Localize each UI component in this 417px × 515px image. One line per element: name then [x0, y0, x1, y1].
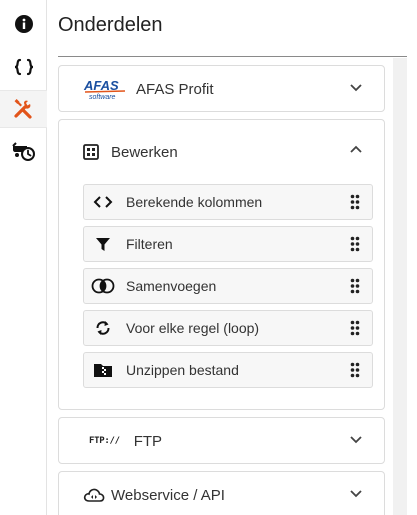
op-samenvoegen[interactable]: Samenvoegen — [83, 268, 373, 304]
panel-bewerken-label: Bewerken — [111, 143, 178, 161]
afas-logo: AFAS software — [83, 78, 126, 100]
panel-afas-profit[interactable]: AFAS software AFAS Profit — [58, 65, 385, 112]
op-filteren[interactable]: Filteren — [83, 226, 373, 262]
op-voor-elke-regel[interactable]: Voor elke regel (loop) — [83, 310, 373, 346]
op-label: Unzippen bestand — [126, 362, 239, 378]
rail-tools-button[interactable] — [0, 90, 47, 128]
panel-afas-header[interactable]: AFAS software AFAS Profit — [59, 66, 384, 112]
merge-circles-icon — [91, 278, 115, 294]
op-label: Filteren — [126, 236, 173, 252]
loop-arrows-icon — [96, 321, 110, 335]
chevron-down-icon[interactable] — [350, 490, 362, 498]
panel-afas-label: AFAS Profit — [136, 80, 214, 98]
scrollbar[interactable] — [393, 58, 407, 515]
cloud-api-icon — [83, 488, 105, 502]
braces-icon — [14, 58, 33, 76]
ftp-badge-icon: FTP:// — [89, 436, 120, 446]
panel-webservice[interactable]: Webservice / API — [58, 471, 385, 515]
panel-ftp[interactable]: FTP:// FTP — [58, 417, 385, 464]
drag-handle-icon[interactable] — [350, 320, 360, 336]
rail-info-button[interactable] — [0, 5, 47, 43]
panel-ftp-label: FTP — [133, 432, 163, 450]
panel-webservice-label: Webservice / API — [111, 486, 225, 504]
scheduled-run-icon — [11, 142, 35, 161]
drag-handle-icon[interactable] — [350, 236, 360, 252]
op-unzippen-bestand[interactable]: Unzippen bestand — [83, 352, 373, 388]
op-berekende-kolommen[interactable]: Berekende kolommen — [83, 184, 373, 220]
chevron-down-icon[interactable] — [350, 436, 362, 444]
svg-text:software: software — [89, 94, 116, 100]
panel-webservice-header[interactable]: Webservice / API — [59, 472, 384, 515]
title-divider — [58, 56, 407, 57]
rail-variables-button[interactable] — [0, 48, 47, 86]
panel-bewerken-header[interactable]: Bewerken — [59, 120, 384, 184]
filter-icon — [96, 238, 110, 251]
chevron-down-icon[interactable] — [350, 84, 362, 92]
op-label: Samenvoegen — [126, 278, 217, 294]
info-icon — [14, 15, 33, 33]
tools-icon — [13, 99, 32, 119]
code-brackets-icon — [93, 196, 113, 208]
rail-schedule-button[interactable] — [0, 132, 47, 170]
panel-bewerken: Bewerken Berekende kolommen Filteren Sam… — [58, 119, 385, 410]
chevron-up-icon[interactable] — [350, 145, 362, 153]
op-label: Voor elke regel (loop) — [126, 320, 260, 336]
drag-handle-icon[interactable] — [350, 362, 360, 378]
left-rail — [0, 0, 47, 515]
zip-folder-icon — [94, 364, 112, 377]
drag-handle-icon[interactable] — [350, 194, 360, 210]
grid-calculator-icon — [83, 144, 99, 160]
drag-handle-icon[interactable] — [350, 278, 360, 294]
op-label: Berekende kolommen — [126, 194, 263, 210]
panel-ftp-header[interactable]: FTP:// FTP — [59, 418, 384, 464]
page-title: Onderdelen — [58, 14, 163, 36]
